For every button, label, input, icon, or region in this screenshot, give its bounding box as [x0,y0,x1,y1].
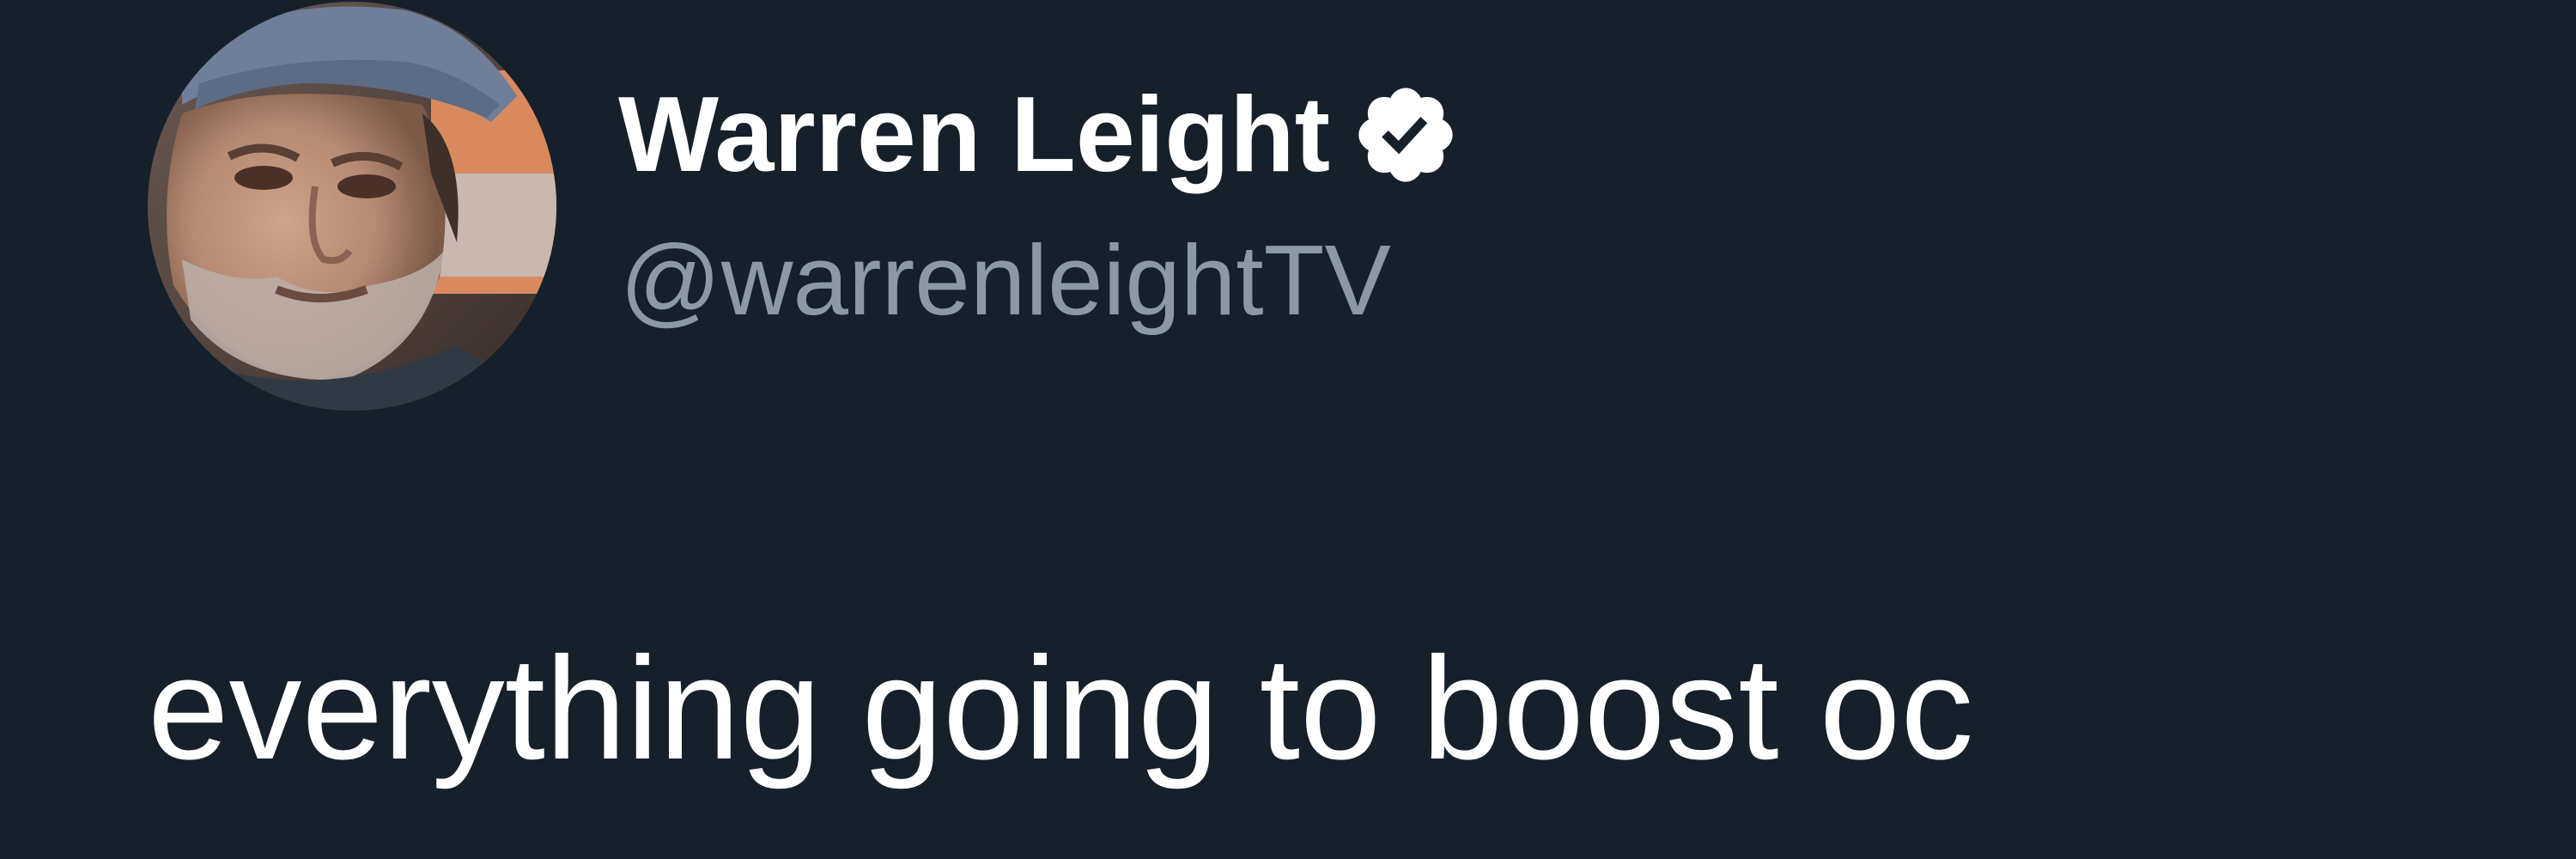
author-handle[interactable]: @warrenleightTV [620,230,1391,330]
display-name[interactable]: Warren Leight [618,82,1330,188]
verified-badge-icon [1351,80,1461,190]
author-name-row: Warren Leight [618,79,1461,191]
tweet-card: Warren Leight @warrenleightTV everything… [0,0,2576,859]
tweet-text: everything going to boost oc [148,627,1974,790]
avatar[interactable] [148,2,556,411]
